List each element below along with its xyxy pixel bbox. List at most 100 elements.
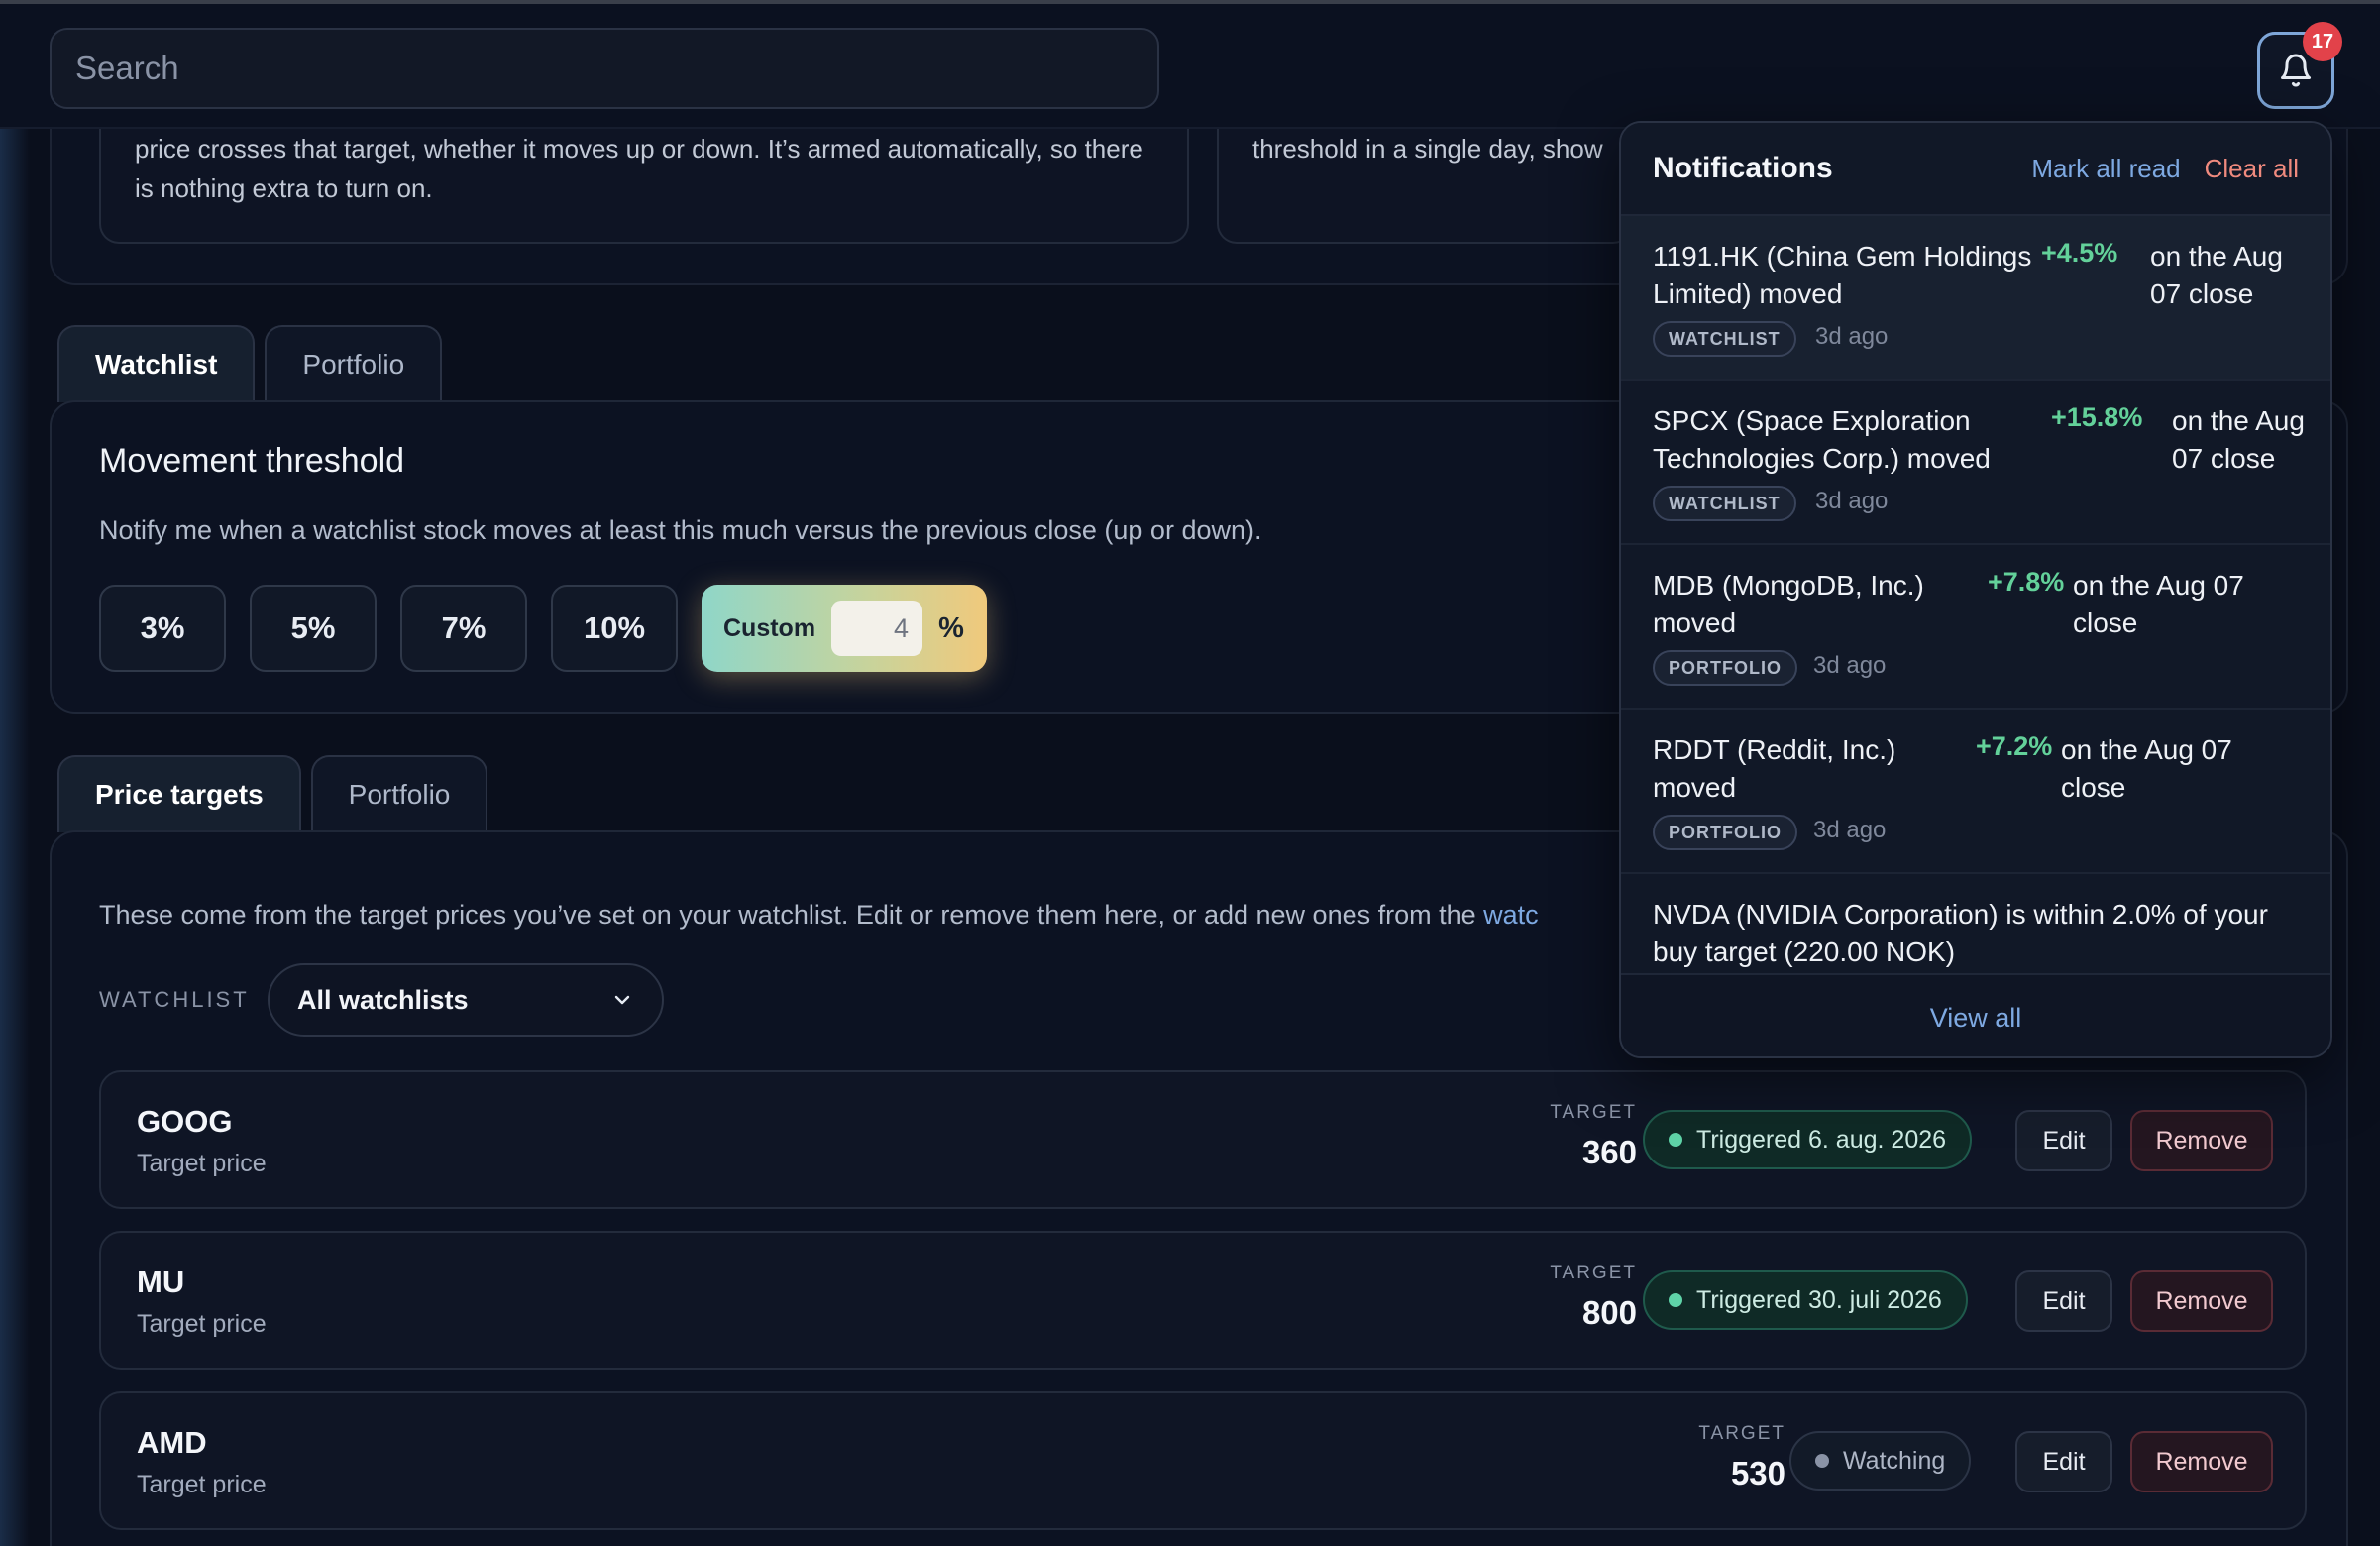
notification-item[interactable]: MDB (MongoDB, Inc.) moved +7.8% on the A… — [1621, 545, 2330, 710]
notification-item[interactable]: 1191.HK (China Gem Holdings Limited) mov… — [1621, 216, 2330, 381]
notification-change: +4.5% — [2041, 238, 2118, 268]
target-row: AMD Target price TARGET 530 Watching Edi… — [99, 1391, 2307, 1530]
intro-card-price-targets: price crosses that target, whether it mo… — [99, 129, 1189, 244]
view-all-button[interactable]: View all — [1621, 973, 2330, 1056]
notification-item[interactable]: SPCX (Space Exploration Technologies Cor… — [1621, 381, 2330, 545]
target-value-block: TARGET 360 — [1518, 1102, 1637, 1171]
status-dot — [1815, 1454, 1829, 1468]
clear-all-button[interactable]: Clear all — [2205, 154, 2299, 184]
notification-source-tag: WATCHLIST — [1653, 321, 1796, 357]
custom-unit: % — [938, 611, 964, 644]
notification-context: on the Aug 07 close — [2150, 238, 2283, 313]
notification-line: Limited) moved — [1653, 278, 1843, 309]
notification-line: moved — [1653, 607, 1737, 638]
target-symbol: MU — [137, 1265, 185, 1299]
target-subtitle: Target price — [137, 1471, 267, 1498]
target-value: 530 — [1730, 1455, 1785, 1491]
notification-item[interactable]: NVDA (NVIDIA Corporation) is within 2.0%… — [1621, 874, 2330, 973]
custom-threshold-input[interactable] — [831, 601, 923, 656]
target-symbol: GOOG — [137, 1104, 233, 1139]
notification-text: NVDA (NVIDIA Corporation) is within 2.0%… — [1653, 896, 2268, 971]
remove-button[interactable]: Remove — [2130, 1110, 2273, 1171]
target-label: TARGET — [1550, 1102, 1637, 1123]
notification-text: 1191.HK (China Gem Holdings Limited) mov… — [1653, 238, 2031, 313]
tab-watchlist[interactable]: Watchlist — [57, 325, 256, 402]
notifications-title: Notifications — [1653, 152, 1833, 184]
custom-label: Custom — [723, 613, 816, 642]
status-text: Watching — [1843, 1446, 1946, 1475]
notification-count-badge: 17 — [2303, 22, 2342, 61]
status-text: Triggered 6. aug. 2026 — [1696, 1125, 1947, 1154]
remove-button[interactable]: Remove — [2130, 1431, 2273, 1492]
status-badge: Triggered 30. juli 2026 — [1643, 1270, 1968, 1330]
notification-line: moved — [1653, 772, 1737, 803]
target-tabs: Price targets Portfolio — [57, 755, 488, 832]
notification-line: buy target (220.00 NOK) — [1653, 937, 1956, 967]
notification-text: SPCX (Space Exploration Technologies Cor… — [1653, 402, 1991, 478]
notification-line: close — [2073, 607, 2138, 638]
bell-icon — [2281, 54, 2311, 87]
notification-context: on the Aug 07 close — [2172, 402, 2305, 478]
tab-price-targets[interactable]: Price targets — [57, 755, 301, 832]
tab-portfolio[interactable]: Portfolio — [265, 325, 443, 402]
notification-line: NVDA (NVIDIA Corporation) is within 2.0%… — [1653, 899, 2268, 930]
threshold-option-7[interactable]: 7% — [400, 585, 527, 672]
target-label: TARGET — [1698, 1423, 1785, 1444]
threshold-tabs: Watchlist Portfolio — [57, 325, 443, 402]
notification-change: +15.8% — [2051, 402, 2143, 432]
notification-text: RDDT (Reddit, Inc.) moved — [1653, 731, 1895, 807]
status-badge: Watching — [1789, 1431, 1972, 1491]
description-text: These come from the target prices you’ve… — [99, 900, 1484, 930]
mark-all-read-button[interactable]: Mark all read — [2031, 154, 2180, 184]
movement-threshold-title: Movement threshold — [99, 442, 405, 480]
notification-context: on the Aug 07 close — [2061, 731, 2232, 807]
watchlist-select-value: All watchlists — [297, 984, 469, 1015]
watchlist-filter-label: WATCHLIST — [99, 987, 250, 1012]
target-row: GOOG Target price TARGET 360 Triggered 6… — [99, 1070, 2307, 1209]
notification-source-tag: WATCHLIST — [1653, 486, 1796, 521]
status-text: Triggered 30. juli 2026 — [1696, 1285, 1942, 1314]
threshold-option-custom[interactable]: Custom % — [702, 585, 987, 672]
notification-line: RDDT (Reddit, Inc.) — [1653, 734, 1896, 765]
edit-button[interactable]: Edit — [2015, 1270, 2112, 1332]
notification-line: Technologies Corp.) moved — [1653, 443, 1991, 474]
notification-line: SPCX (Space Exploration — [1653, 405, 1971, 436]
threshold-option-5[interactable]: 5% — [250, 585, 377, 672]
notification-line: 1191.HK (China Gem Holdings — [1653, 241, 2032, 272]
edit-button[interactable]: Edit — [2015, 1431, 2112, 1492]
watchlist-select[interactable]: All watchlists — [268, 963, 664, 1037]
price-targets-description: These come from the target prices you’ve… — [99, 900, 1539, 931]
edit-button[interactable]: Edit — [2015, 1110, 2112, 1171]
status-badge: Triggered 6. aug. 2026 — [1643, 1110, 1973, 1169]
search-input[interactable] — [50, 28, 1159, 109]
target-subtitle: Target price — [137, 1150, 267, 1177]
notification-time: 3d ago — [1813, 817, 1887, 843]
intro-card-text: threshold in a single day, show — [1252, 134, 1603, 164]
status-dot — [1669, 1293, 1682, 1307]
notification-line: on the Aug 07 — [2073, 570, 2244, 601]
notification-time: 3d ago — [1815, 488, 1889, 514]
intro-card-movement: threshold in a single day, show — [1217, 129, 1633, 244]
notification-line: on the Aug — [2150, 241, 2283, 272]
notification-line: on the Aug — [2172, 405, 2305, 436]
status-dot — [1669, 1133, 1682, 1147]
target-value: 360 — [1581, 1134, 1637, 1170]
notifications-header: Notifications Mark all read Clear all — [1621, 123, 2330, 216]
threshold-option-3[interactable]: 3% — [99, 585, 226, 672]
notification-line: close — [2061, 772, 2126, 803]
notification-line: MDB (MongoDB, Inc.) — [1653, 570, 1924, 601]
target-subtitle: Target price — [137, 1310, 267, 1338]
intro-card-text: price crosses that target, whether it mo… — [135, 134, 1143, 203]
threshold-option-10[interactable]: 10% — [551, 585, 678, 672]
watchlist-link[interactable]: watc — [1483, 900, 1539, 930]
notification-line: 07 close — [2150, 278, 2254, 309]
notification-item[interactable]: RDDT (Reddit, Inc.) moved +7.2% on the A… — [1621, 710, 2330, 874]
top-bar: 17 — [0, 4, 2380, 129]
tab-portfolio-targets[interactable]: Portfolio — [310, 755, 488, 832]
threshold-options: 3% 5% 7% 10% Custom % — [99, 585, 987, 672]
target-value-block: TARGET 800 — [1518, 1263, 1637, 1332]
notification-line: on the Aug 07 — [2061, 734, 2232, 765]
remove-button[interactable]: Remove — [2130, 1270, 2273, 1332]
notification-context: on the Aug 07 close — [2073, 567, 2244, 642]
notification-time: 3d ago — [1813, 652, 1887, 679]
